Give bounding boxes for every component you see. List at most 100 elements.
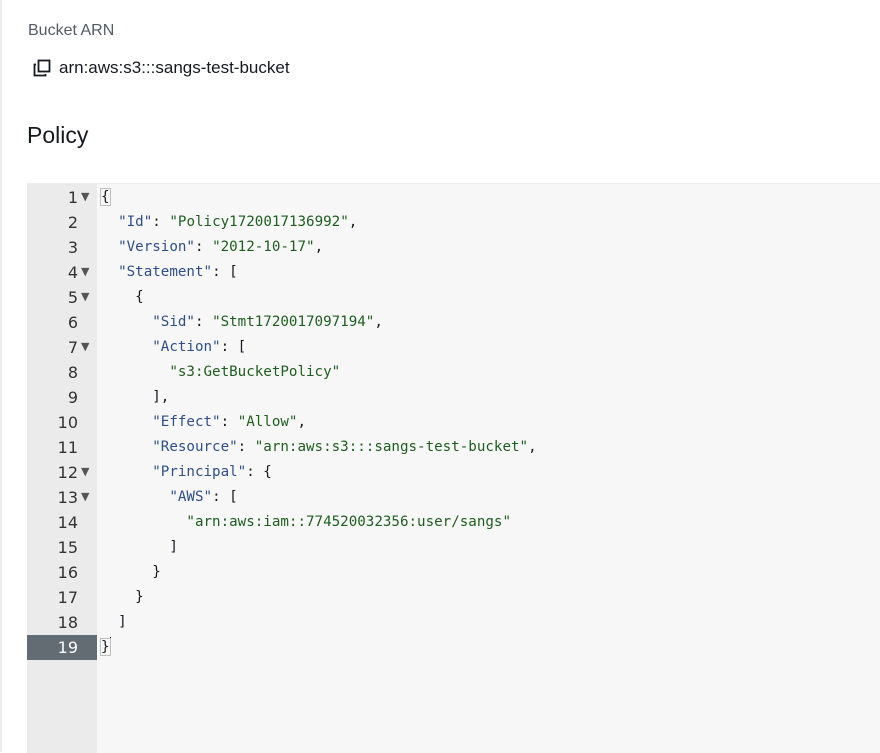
- code-line-1: {: [100, 185, 111, 210]
- line-number-label: 5: [67, 288, 78, 307]
- json-punctuation: [101, 439, 152, 455]
- line-number-1: 1 ▼: [27, 185, 97, 210]
- json-punctuation: [101, 314, 152, 330]
- policy-title: Policy: [27, 122, 89, 148]
- code-line-8: "s3:GetBucketPolicy": [101, 360, 340, 385]
- panel-left-border: [0, 0, 2, 752]
- json-string: "arn:aws:s3:::sangs-test-bucket": [254, 439, 529, 455]
- code-line-4: "Statement": [: [101, 260, 238, 285]
- json-punctuation: [101, 514, 186, 530]
- code-line-7: "Action": [: [101, 335, 246, 360]
- json-punctuation: }: [100, 638, 111, 656]
- fold-arrow-icon[interactable]: ▼: [81, 340, 89, 353]
- code-line-11: "Resource": "arn:aws:s3:::sangs-test-buc…: [101, 435, 537, 460]
- code-line-10: "Effect": "Allow",: [101, 410, 306, 435]
- json-punctuation: :: [194, 314, 213, 330]
- line-number-label: 4: [67, 263, 78, 282]
- code-line-6: "Sid": "Stmt1720017097194",: [101, 310, 383, 335]
- json-string: "Policy1720017136992": [169, 214, 349, 230]
- line-number-label: 16: [57, 563, 78, 582]
- line-number-14: 14: [27, 510, 97, 535]
- line-number-13: 13 ▼: [27, 485, 97, 510]
- json-punctuation: {: [101, 289, 144, 305]
- json-punctuation: {: [100, 188, 111, 206]
- json-string: "Stmt1720017097194": [212, 314, 375, 330]
- json-punctuation: ,: [314, 239, 324, 255]
- copy-icon[interactable]: [33, 59, 51, 77]
- line-number-5: 5 ▼: [27, 285, 97, 310]
- fold-arrow-icon[interactable]: ▼: [81, 190, 89, 203]
- line-number-label: 14: [57, 513, 78, 532]
- json-key: "Version": [118, 239, 195, 255]
- fold-arrow-icon[interactable]: ▼: [81, 465, 89, 478]
- line-number-label: 13: [57, 488, 78, 507]
- json-key: "Effect": [152, 414, 221, 430]
- fold-arrow-icon[interactable]: ▼: [81, 290, 89, 303]
- line-number-label: 6: [67, 313, 78, 332]
- code-line-19: }: [100, 635, 111, 660]
- json-key: "Action": [152, 339, 221, 355]
- line-number-10: 10: [27, 410, 97, 435]
- code-line-9: ],: [101, 385, 169, 410]
- policy-editor[interactable]: 1 ▼ 2 3 4 ▼ 5 ▼ 6 7 ▼ 8 9 10 11 12 ▼ 13 ▼ 14 15 16 17 18 19 { "I…: [27, 183, 880, 753]
- line-number-6: 6: [27, 310, 97, 335]
- line-number-19: 19: [27, 635, 97, 660]
- json-punctuation: : [: [212, 489, 238, 505]
- json-key: "Id": [118, 214, 153, 230]
- line-number-label: 18: [57, 613, 78, 632]
- line-number-12: 12 ▼: [27, 460, 97, 485]
- fold-arrow-icon[interactable]: ▼: [81, 265, 89, 278]
- line-number-3: 3: [27, 235, 97, 260]
- editor-gutter: 1 ▼ 2 3 4 ▼ 5 ▼ 6 7 ▼ 8 9 10 11 12 ▼ 13 ▼ 14 15 16 17 18 19: [27, 184, 97, 753]
- json-punctuation: :: [237, 439, 255, 455]
- fold-arrow-icon[interactable]: ▼: [81, 490, 89, 503]
- code-line-13: "AWS": [: [101, 485, 238, 510]
- bucket-arn-label: Bucket ARN: [28, 22, 115, 39]
- code-line-2: "Id": "Policy1720017136992",: [101, 210, 357, 235]
- json-punctuation: ,: [528, 439, 537, 455]
- json-string: "s3:GetBucketPolicy": [169, 364, 341, 380]
- line-number-18: 18: [27, 610, 97, 635]
- line-number-label: 2: [67, 213, 78, 232]
- json-punctuation: ,: [374, 314, 383, 330]
- bucket-arn-value: arn:aws:s3:::sangs-test-bucket: [59, 58, 290, 77]
- line-number-label: 9: [67, 388, 78, 407]
- code-line-17: }: [101, 585, 144, 610]
- code-line-12: "Principal": {: [101, 460, 272, 485]
- code-line-3: "Version": "2012-10-17",: [101, 235, 323, 260]
- json-punctuation: [101, 414, 152, 430]
- json-key: "Statement": [118, 264, 213, 280]
- line-number-label: 12: [57, 463, 78, 482]
- line-number-9: 9: [27, 385, 97, 410]
- json-punctuation: :: [194, 239, 213, 255]
- json-punctuation: ]: [101, 539, 178, 555]
- code-line-15: ]: [101, 535, 178, 560]
- json-punctuation: }: [101, 564, 161, 580]
- json-punctuation: [101, 464, 152, 480]
- editor-code-area[interactable]: { "Id": "Policy1720017136992", "Version"…: [97, 184, 880, 753]
- json-punctuation: :: [220, 414, 238, 430]
- line-number-label: 8: [67, 363, 78, 382]
- line-number-label: 7: [67, 338, 78, 357]
- line-number-16: 16: [27, 560, 97, 585]
- line-number-7: 7 ▼: [27, 335, 97, 360]
- code-line-5: {: [101, 285, 144, 310]
- line-number-label: 3: [67, 238, 78, 257]
- line-number-17: 17: [27, 585, 97, 610]
- json-punctuation: ],: [101, 389, 170, 405]
- json-string: "Allow": [237, 414, 298, 430]
- json-punctuation: [101, 489, 169, 505]
- json-punctuation: [101, 214, 118, 230]
- line-number-label: 15: [57, 538, 78, 557]
- code-line-16: }: [101, 560, 161, 585]
- bucket-arn-row: arn:aws:s3:::sangs-test-bucket: [33, 58, 290, 78]
- code-line-14: "arn:aws:iam::774520032356:user/sangs": [101, 510, 511, 535]
- json-key: "Principal": [152, 464, 247, 480]
- json-punctuation: [101, 339, 152, 355]
- json-punctuation: ,: [297, 414, 307, 430]
- json-key: "AWS": [169, 489, 213, 505]
- line-number-label: 17: [57, 588, 78, 607]
- json-punctuation: : {: [246, 464, 272, 480]
- line-number-8: 8: [27, 360, 97, 385]
- line-number-11: 11: [27, 435, 97, 460]
